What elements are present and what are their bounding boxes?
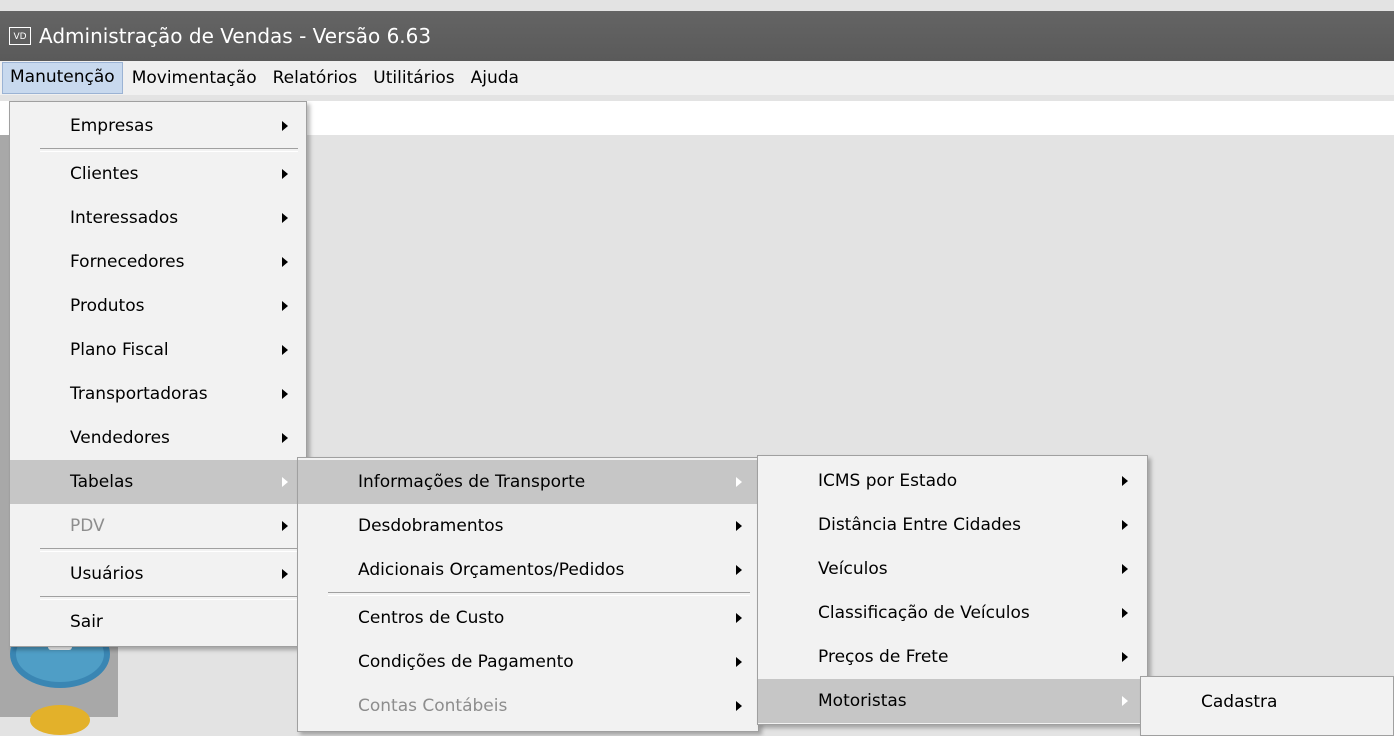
menu-item-label: Transportadoras	[70, 384, 208, 404]
submenu-arrow-icon	[736, 657, 742, 667]
submenu-arrow-icon	[282, 213, 288, 223]
submenu-arrow-icon	[1122, 608, 1128, 618]
submenu-arrow-icon	[282, 477, 288, 487]
submenu-arrow-icon	[282, 345, 288, 355]
menu-item-condicoes-pagamento[interactable]: Condições de Pagamento	[298, 640, 758, 684]
submenu-arrow-icon	[1122, 696, 1128, 706]
menu-manutencao[interactable]: Manutenção	[2, 62, 123, 94]
menu-item-label: Cadastra	[1201, 692, 1278, 712]
menu-item-clientes[interactable]: Clientes	[10, 152, 306, 196]
menu-item-label: Usuários	[70, 564, 144, 584]
manutencao-dropdown: Empresas Clientes Interessados Fornecedo…	[9, 101, 307, 647]
menu-item-label: Centros de Custo	[358, 608, 505, 628]
menu-item-usuarios[interactable]: Usuários	[10, 552, 306, 596]
menu-item-produtos[interactable]: Produtos	[10, 284, 306, 328]
menu-item-label: Interessados	[70, 208, 179, 228]
submenu-arrow-icon	[282, 257, 288, 267]
menu-item-contas-contabeis[interactable]: Contas Contábeis	[298, 684, 758, 728]
submenu-arrow-icon	[282, 433, 288, 443]
menu-item-distancia-cidades[interactable]: Distância Entre Cidades	[758, 503, 1147, 547]
menu-item-motoristas[interactable]: Motoristas	[758, 679, 1147, 723]
submenu-arrow-icon	[1122, 476, 1128, 486]
submenu-arrow-icon	[736, 521, 742, 531]
menu-item-cadastra[interactable]: Cadastra	[1141, 680, 1393, 724]
submenu-arrow-icon	[736, 701, 742, 711]
submenu-arrow-icon	[282, 569, 288, 579]
submenu-arrow-icon	[736, 613, 742, 623]
menu-item-label: Plano Fiscal	[70, 340, 169, 360]
app-icon: VD	[9, 27, 31, 45]
submenu-arrow-icon	[282, 301, 288, 311]
menu-item-plano-fiscal[interactable]: Plano Fiscal	[10, 328, 306, 372]
menu-item-label: Empresas	[70, 116, 154, 136]
menu-item-icms-estado[interactable]: ICMS por Estado	[758, 459, 1147, 503]
menu-item-label: Sair	[70, 612, 103, 632]
menu-item-centros-custo[interactable]: Centros de Custo	[298, 596, 758, 640]
menu-item-label: Produtos	[70, 296, 145, 316]
menu-item-label: Fornecedores	[70, 252, 185, 272]
menu-item-transportadoras[interactable]: Transportadoras	[10, 372, 306, 416]
window-title: Administração de Vendas - Versão 6.63	[39, 24, 432, 48]
submenu-arrow-icon	[1122, 652, 1128, 662]
menu-item-label: PDV	[70, 516, 105, 536]
submenu-arrow-icon	[736, 565, 742, 575]
menu-relatorios[interactable]: Relatórios	[266, 63, 365, 93]
submenu-arrow-icon	[282, 521, 288, 531]
menu-item-label: Vendedores	[70, 428, 170, 448]
menu-item-fornecedores[interactable]: Fornecedores	[10, 240, 306, 284]
menu-item-label: Desdobramentos	[358, 516, 504, 536]
panel-shortcut-icon-2[interactable]	[30, 705, 90, 735]
submenu-arrow-icon	[282, 389, 288, 399]
menu-item-interessados[interactable]: Interessados	[10, 196, 306, 240]
menu-item-informacoes-transporte[interactable]: Informações de Transporte	[298, 460, 758, 504]
menu-item-label: Motoristas	[818, 691, 907, 711]
submenu-arrow-icon	[1122, 564, 1128, 574]
informacoes-transporte-submenu: ICMS por Estado Distância Entre Cidades …	[757, 455, 1148, 725]
menu-item-sair[interactable]: Sair	[10, 600, 306, 644]
menu-item-veiculos[interactable]: Veículos	[758, 547, 1147, 591]
menu-item-label: Classificação de Veículos	[818, 603, 1030, 623]
tabelas-submenu: Informações de Transporte Desdobramentos…	[297, 457, 759, 732]
menu-item-label: Veículos	[818, 559, 888, 579]
menu-item-label: Condições de Pagamento	[358, 652, 574, 672]
menu-utilitarios[interactable]: Utilitários	[366, 63, 461, 93]
menu-item-precos-frete[interactable]: Preços de Frete	[758, 635, 1147, 679]
menu-item-label: ICMS por Estado	[818, 471, 958, 491]
menu-item-pdv[interactable]: PDV	[10, 504, 306, 548]
menu-item-label: Distância Entre Cidades	[818, 515, 1021, 535]
menu-item-vendedores[interactable]: Vendedores	[10, 416, 306, 460]
submenu-arrow-icon	[282, 121, 288, 131]
menu-item-label: Adicionais Orçamentos/Pedidos	[358, 560, 625, 580]
menu-item-classificacao-veiculos[interactable]: Classificação de Veículos	[758, 591, 1147, 635]
menu-item-label: Contas Contábeis	[358, 696, 508, 716]
menu-item-tabelas[interactable]: Tabelas	[10, 460, 306, 504]
menu-item-label: Informações de Transporte	[358, 472, 586, 492]
menu-bar: Manutenção Movimentação Relatórios Utili…	[0, 61, 1394, 95]
menu-movimentacao[interactable]: Movimentação	[125, 63, 264, 93]
submenu-arrow-icon	[736, 477, 742, 487]
menu-item-desdobramentos[interactable]: Desdobramentos	[298, 504, 758, 548]
motoristas-submenu: Cadastra	[1140, 676, 1394, 736]
menu-item-label: Preços de Frete	[818, 647, 949, 667]
menu-item-label: Clientes	[70, 164, 139, 184]
submenu-arrow-icon	[282, 169, 288, 179]
menu-ajuda[interactable]: Ajuda	[464, 63, 526, 93]
menu-item-adicionais[interactable]: Adicionais Orçamentos/Pedidos	[298, 548, 758, 592]
submenu-arrow-icon	[1122, 520, 1128, 530]
menu-item-label: Tabelas	[70, 472, 134, 492]
title-bar: VD Administração de Vendas - Versão 6.63	[0, 11, 1394, 61]
menu-item-empresas[interactable]: Empresas	[10, 104, 306, 148]
